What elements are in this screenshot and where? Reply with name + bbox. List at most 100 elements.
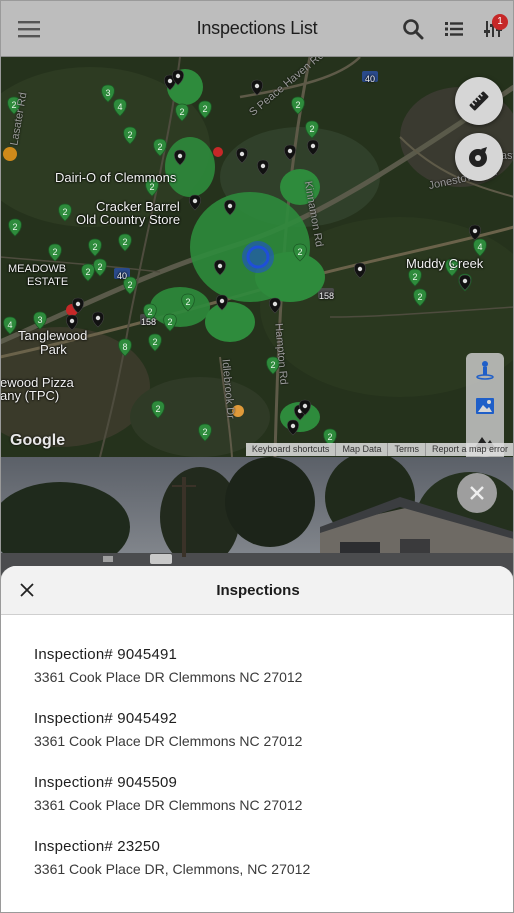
menu-button[interactable]	[14, 14, 44, 44]
marker-dot	[472, 228, 478, 234]
place-label-tanglewood: Tanglewood	[18, 328, 88, 343]
street-view-image	[0, 457, 514, 577]
inspection-number: Inspection# 9045492	[34, 710, 178, 727]
map-cluster-marker[interactable]: 2	[93, 258, 107, 277]
list-view-button[interactable]	[439, 14, 469, 44]
map-cluster-marker[interactable]: 2	[305, 120, 319, 139]
image-icon	[476, 398, 494, 414]
place-label-park: Park	[40, 342, 67, 357]
inspection-address: 3361 Cook Place DR Clemmons NC 27012	[34, 733, 303, 749]
map-cluster-marker[interactable]: 3	[33, 311, 47, 330]
close-icon	[20, 583, 34, 597]
sheet-close-button[interactable]	[15, 578, 39, 602]
cluster-count-label: 2	[309, 124, 314, 134]
place-label-dairio: Dairi-O of Clemmons	[55, 170, 177, 185]
sheet-title: Inspections	[216, 581, 300, 599]
marker-dot	[227, 203, 233, 209]
inspections-sheet: Inspections Inspection# 9045491 3361 Coo…	[0, 566, 514, 913]
cluster-count-label: 2	[127, 280, 132, 290]
map-cluster-marker[interactable]: 2	[408, 268, 422, 287]
cluster-count-label: 2	[12, 222, 17, 232]
inspection-number: Inspection# 9045491	[34, 646, 178, 663]
list-item[interactable]: Inspection# 23250 3361 Cook Place DR, Cl…	[1, 838, 513, 902]
map-view[interactable]: 23422222222222222234222282222422222 Dair…	[0, 57, 514, 457]
marker-dot	[95, 315, 101, 321]
map-cluster-marker[interactable]: 2	[153, 138, 167, 157]
inspection-number: Inspection# 23250	[34, 838, 161, 855]
street-view-close-button[interactable]	[457, 473, 497, 513]
map-cluster-marker[interactable]: 2	[8, 218, 22, 237]
marker-dot	[302, 403, 308, 409]
map-cluster-marker[interactable]: 2	[293, 243, 307, 262]
keyboard-shortcuts-link[interactable]: Keyboard shortcuts	[246, 443, 336, 456]
cluster-count-label: 2	[155, 404, 160, 414]
place-label-estate: ESTATE	[27, 276, 69, 288]
marker-dot	[287, 148, 293, 154]
top-app-bar: Inspections List 1	[0, 0, 514, 57]
map-cluster-marker[interactable]: 2	[148, 333, 162, 352]
map-cluster-marker[interactable]: 2	[163, 313, 177, 332]
cluster-count-label: 2	[167, 317, 172, 327]
cluster-count-label: 2	[412, 272, 417, 282]
cluster-count-label: 2	[202, 427, 207, 437]
sheet-header: Inspections	[1, 566, 513, 615]
cluster-count-label: 2	[179, 107, 184, 117]
inspection-number: Inspection# 9045509	[34, 774, 178, 791]
route-shield-158-east: 158	[319, 291, 335, 301]
inspection-address: 3361 Cook Place DR Clemmons NC 27012	[34, 797, 303, 813]
map-cluster-marker[interactable]: 2	[175, 103, 189, 122]
map-cluster-marker[interactable]: 4	[473, 238, 487, 257]
place-label-old-country-store: Old Country Store	[76, 212, 181, 227]
map-cluster-marker[interactable]: 2	[123, 126, 137, 145]
hamburger-menu-icon	[18, 21, 40, 38]
map-cluster-marker[interactable]: 2	[118, 233, 132, 252]
map-cluster-marker[interactable]: 2	[198, 423, 212, 442]
cluster-count-label: 4	[117, 102, 122, 112]
imagery-tool[interactable]	[466, 389, 504, 423]
map-cluster-marker[interactable]: 2	[48, 243, 62, 262]
map-data-link[interactable]: Map Data	[335, 443, 387, 456]
report-map-error-link[interactable]: Report a map error	[424, 443, 514, 456]
map-cluster-marker[interactable]: 2	[58, 203, 72, 222]
map-cluster-marker[interactable]: 3	[101, 84, 115, 103]
cluster-count-label: 2	[97, 262, 102, 272]
cluster-count-label: 3	[105, 88, 110, 98]
map-cluster-marker[interactable]: 4	[113, 98, 127, 117]
map-cluster-marker[interactable]: 2	[88, 238, 102, 257]
cluster-count-label: 4	[7, 320, 12, 330]
measure-button[interactable]	[455, 77, 503, 125]
map-cluster-marker[interactable]: 4	[3, 316, 17, 335]
cluster-count-label: 2	[295, 100, 300, 110]
map-cluster-marker[interactable]: 2	[81, 263, 95, 282]
map-cluster-marker[interactable]: 2	[198, 100, 212, 119]
marker-dot	[272, 301, 278, 307]
layers-button[interactable]	[455, 133, 503, 181]
inspection-address: 3361 Cook Place DR, Clemmons, NC 27012	[34, 861, 311, 877]
marker-dot	[69, 318, 75, 324]
cluster-count-label: 2	[327, 432, 332, 442]
map-cluster-marker[interactable]: 2	[291, 96, 305, 115]
map-cluster-marker[interactable]: 2	[413, 288, 427, 307]
cluster-count-label: 8	[122, 342, 127, 352]
marker-dot	[219, 298, 225, 304]
google-logo: Google	[10, 432, 66, 449]
map-cluster-marker[interactable]: 8	[118, 338, 132, 357]
marker-dot	[192, 198, 198, 204]
street-view-panel[interactable]	[0, 457, 514, 577]
street-view-tool[interactable]	[466, 353, 504, 387]
place-label-tpc: any (TPC)	[0, 388, 60, 403]
list-icon	[445, 22, 463, 36]
list-item[interactable]: Inspection# 9045492 3361 Cook Place DR C…	[1, 710, 513, 774]
terms-link[interactable]: Terms	[387, 443, 425, 456]
map-cluster-marker[interactable]: 2	[151, 400, 165, 419]
cluster-count-label: 2	[127, 130, 132, 140]
search-button[interactable]	[398, 14, 428, 44]
search-icon	[403, 19, 424, 40]
filter-count-badge: 1	[492, 14, 508, 30]
marker-dot	[175, 73, 181, 79]
list-item[interactable]: Inspection# 9045491 3361 Cook Place DR C…	[1, 646, 513, 710]
list-item[interactable]: Inspection# 9045509 3361 Cook Place DR C…	[1, 774, 513, 838]
cluster-count-label: 2	[157, 142, 162, 152]
page-title: Inspections List	[196, 17, 318, 38]
map-cluster-marker[interactable]: 2	[181, 293, 195, 312]
